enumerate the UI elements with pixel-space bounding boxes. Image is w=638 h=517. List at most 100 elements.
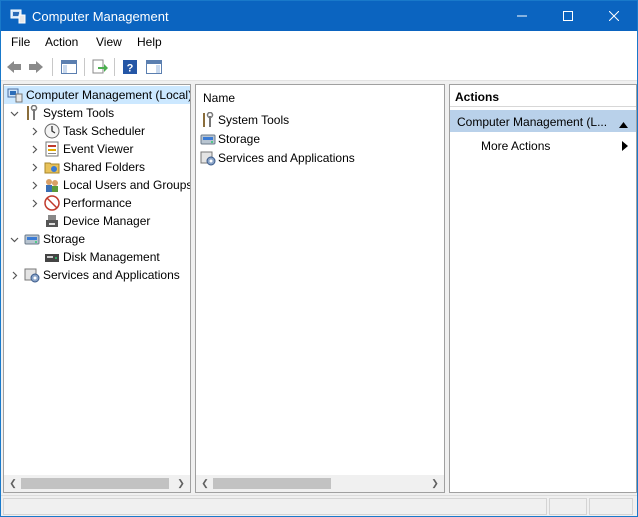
scrollbar-thumb[interactable] (213, 478, 331, 489)
tree-node-system-tools[interactable]: System Tools (8, 104, 114, 122)
status-bar (1, 495, 637, 516)
actions-section-label: Computer Management (L... (457, 115, 608, 129)
console-tree-pane: Computer Management (Local) System Tools… (3, 84, 191, 493)
performance-icon (44, 195, 60, 211)
actions-header: Actions (450, 85, 636, 107)
chevron-right-icon[interactable] (28, 161, 40, 173)
chevron-right-icon[interactable] (28, 179, 40, 191)
device-manager-icon (44, 213, 60, 229)
list-horizontal-scrollbar[interactable]: ❮ ❯ (196, 475, 444, 492)
tree-label: Performance (63, 196, 132, 210)
users-icon (44, 177, 60, 193)
chevron-right-icon[interactable] (28, 143, 40, 155)
menu-action[interactable]: Action (45, 35, 78, 49)
tree-label: Task Scheduler (63, 124, 146, 138)
forward-button[interactable] (26, 57, 46, 77)
status-cell (549, 498, 587, 515)
list-item-label: Services and Applications (218, 151, 355, 165)
menu-view[interactable]: View (96, 35, 122, 49)
console-tree-icon (61, 60, 77, 74)
chevron-right-icon[interactable] (28, 125, 40, 137)
services-icon (24, 267, 40, 283)
tree-node-root[interactable]: Computer Management (Local) (4, 86, 190, 104)
tree-node-local-users[interactable]: Local Users and Groups (28, 176, 191, 194)
scrollbar-thumb[interactable] (21, 478, 169, 489)
window-title: Computer Management (32, 9, 169, 24)
action-pane-icon (146, 60, 162, 74)
help-button[interactable]: ? (120, 57, 140, 77)
more-actions-item[interactable]: More Actions (450, 134, 636, 156)
tree-label: System Tools (43, 106, 115, 120)
menu-bar: File Action View Help (1, 31, 637, 53)
tree-label: Storage (43, 232, 86, 246)
tree-node-shared-folders[interactable]: Shared Folders (28, 158, 145, 176)
tree-label: Event Viewer (63, 142, 134, 156)
maximize-button[interactable] (545, 1, 591, 31)
scroll-left-icon[interactable]: ❮ (198, 477, 212, 490)
actions-section-computer-management[interactable]: Computer Management (L... (450, 110, 636, 132)
tree-node-task-scheduler[interactable]: Task Scheduler (28, 122, 145, 140)
list-item-label: System Tools (218, 113, 290, 127)
toolbar: ? (1, 53, 637, 81)
export-list-button[interactable] (90, 57, 110, 77)
chevron-down-icon[interactable] (8, 107, 20, 119)
forward-arrow-icon (29, 61, 43, 73)
shared-folder-icon (44, 159, 60, 175)
tree-node-device-manager[interactable]: Device Manager (28, 212, 150, 230)
chevron-down-icon[interactable] (8, 233, 20, 245)
scroll-left-icon[interactable]: ❮ (6, 477, 20, 490)
computer-management-icon (7, 87, 23, 103)
storage-icon (200, 131, 216, 147)
export-list-icon (92, 59, 108, 74)
show-hide-console-tree-button[interactable] (59, 57, 79, 77)
tree-node-performance[interactable]: Performance (28, 194, 132, 212)
tree-label: Disk Management (63, 250, 160, 264)
computer-management-icon (10, 8, 26, 24)
tree-node-services-apps[interactable]: Services and Applications (8, 266, 180, 284)
svg-text:?: ? (127, 63, 134, 75)
show-hide-action-pane-button[interactable] (144, 57, 164, 77)
tree-label: Shared Folders (63, 160, 146, 174)
scroll-right-icon[interactable]: ❯ (428, 477, 442, 490)
result-list-pane: Name System Tools Storage Services and A… (195, 84, 445, 493)
actions-pane: Actions Computer Management (L... More A… (449, 84, 637, 493)
disk-management-icon (44, 249, 60, 265)
tree-node-event-viewer[interactable]: Event Viewer (28, 140, 133, 158)
toolbar-separator (52, 58, 53, 76)
tree-label: Services and Applications (43, 268, 180, 282)
tree-node-disk-management[interactable]: Disk Management (28, 248, 160, 266)
status-cell (589, 498, 633, 515)
back-button[interactable] (4, 57, 24, 77)
tree-label: Local Users and Groups (63, 178, 191, 192)
tools-icon (200, 112, 216, 128)
toolbar-separator (84, 58, 85, 76)
app-window: Computer Management File Action View Hel… (0, 0, 638, 517)
tools-icon (24, 105, 40, 121)
list-item[interactable]: System Tools (200, 111, 289, 129)
help-icon: ? (123, 60, 137, 75)
close-button[interactable] (591, 1, 637, 31)
chevron-right-icon[interactable] (8, 269, 20, 281)
tree-label: Computer Management (Local) (26, 88, 191, 102)
scroll-right-icon[interactable]: ❯ (174, 477, 188, 490)
list-item[interactable]: Storage (200, 130, 260, 148)
menu-file[interactable]: File (11, 35, 30, 49)
tree-node-storage[interactable]: Storage (8, 230, 85, 248)
toolbar-separator (114, 58, 115, 76)
services-icon (200, 150, 216, 166)
minimize-button[interactable] (499, 1, 545, 31)
column-header-name[interactable]: Name (203, 91, 235, 105)
list-item[interactable]: Services and Applications (200, 149, 355, 167)
tree-label: Device Manager (63, 214, 151, 228)
menu-help[interactable]: Help (137, 35, 162, 49)
status-cell-main (3, 498, 547, 515)
tree-horizontal-scrollbar[interactable]: ❮ ❯ (4, 475, 190, 492)
storage-icon (24, 231, 40, 247)
back-arrow-icon (7, 61, 21, 73)
submenu-arrow-icon (622, 140, 628, 154)
chevron-right-icon[interactable] (28, 197, 40, 209)
title-bar: Computer Management (1, 1, 637, 31)
event-viewer-icon (44, 141, 60, 157)
list-item-label: Storage (218, 132, 261, 146)
collapse-up-icon[interactable] (619, 117, 628, 131)
